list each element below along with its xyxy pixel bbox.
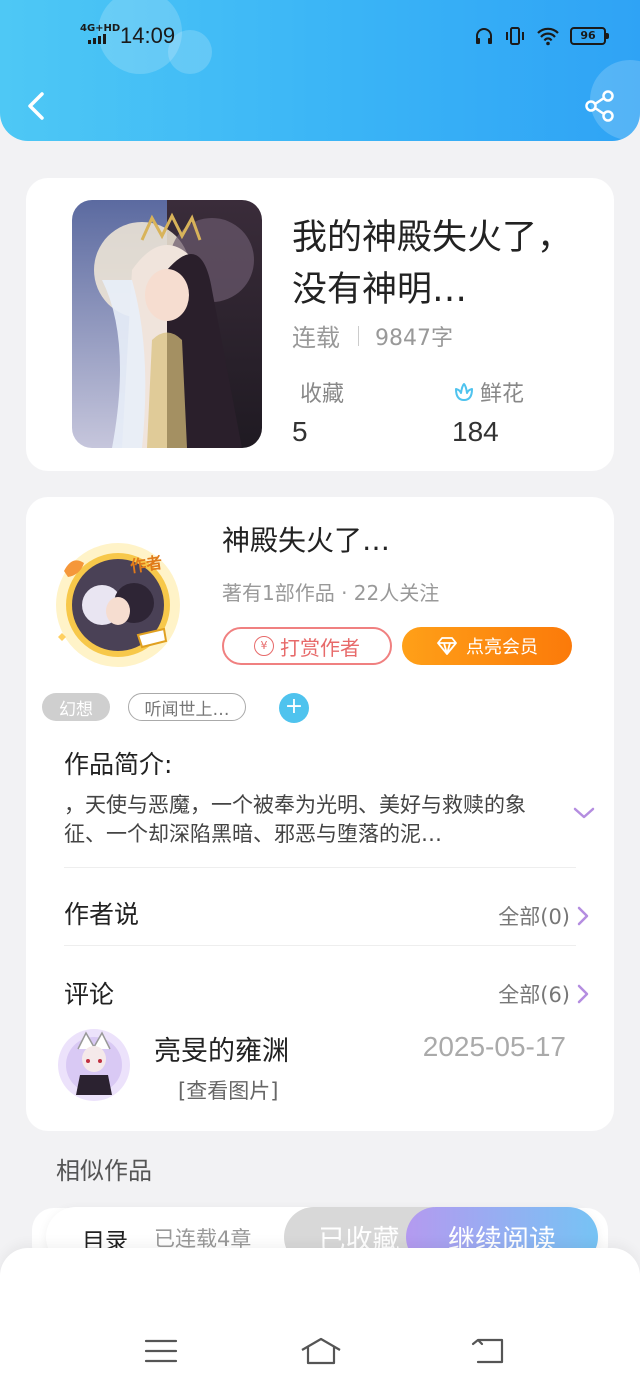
divider (358, 325, 359, 346)
flowers-count: 184 (452, 416, 499, 447)
wifi-icon (537, 27, 559, 46)
tip-author-label: 打赏作者 (280, 635, 360, 660)
chevron-right-icon (577, 984, 589, 1004)
network-indicator: 4G+HD (80, 23, 121, 34)
vip-button[interactable]: 点亮会员 (402, 627, 572, 665)
status-time: 14:09 (120, 23, 176, 48)
book-title: 我的神殿失火了，没有神明… (292, 218, 573, 310)
author-badge: 作者 (129, 552, 164, 577)
author-meta: 著有1部作品 · 22人关注 (222, 581, 440, 605)
author-name[interactable]: 神殿失火了… (222, 519, 390, 559)
favorites-label-text: 收藏 (300, 382, 345, 407)
home-icon[interactable] (299, 1336, 343, 1366)
intro-title: 作品简介: (64, 750, 173, 779)
author-avatar[interactable]: 作者 (54, 541, 182, 669)
vip-label: 点亮会员 (466, 637, 538, 658)
commenter-name[interactable]: 亮旻的雍渊 (154, 1029, 289, 1068)
back-arrow-icon[interactable] (20, 88, 52, 124)
comment-date: 2025-05-17 (422, 1031, 566, 1062)
flowers-label[interactable]: 鲜花 (452, 376, 524, 408)
comments-title: 评论 (64, 980, 115, 1009)
menu-icon[interactable] (143, 1336, 179, 1366)
word-count: 9847字 (375, 325, 453, 351)
share-icon[interactable] (582, 88, 618, 124)
book-status: 连载 (292, 324, 340, 352)
status-bar: 4G+HD 14:09 96 (0, 20, 640, 52)
book-meta: 连载 9847字 (292, 318, 453, 353)
author-says-title: 作者说 (64, 900, 140, 929)
headphone-icon (476, 28, 492, 44)
comment-image-link[interactable]: [查看图片] (178, 1075, 278, 1105)
flower-icon (455, 383, 473, 401)
intro-text[interactable]: ，天使与恶魔，一个被奉为光明、美好与救赎的象征、一个却深陷黑暗、邪恶与堕落的泥… (64, 791, 544, 849)
genre-tag[interactable]: 幻想 (42, 693, 110, 721)
author-says-see-all-label: 全部(0) (498, 905, 570, 929)
chevron-right-icon (577, 906, 589, 926)
divider (64, 945, 576, 946)
add-tag-button[interactable]: + (279, 693, 309, 723)
detail-card: 作者 神殿失火了… 著有1部作品 · 22人关注 ¥ 打赏作者 点亮会员 幻想 … (26, 497, 614, 1131)
keyword-tag[interactable]: 听闻世上… (128, 693, 246, 721)
chevron-down-icon[interactable] (572, 803, 596, 823)
flowers-label-text: 鲜花 (480, 382, 525, 407)
author-says-see-all[interactable]: 全部(0) (498, 901, 590, 931)
comments-see-all[interactable]: 全部(6) (498, 979, 590, 1009)
tip-author-button[interactable]: ¥ 打赏作者 (222, 627, 392, 665)
book-info-card: 我的神殿失火了，没有神明… 连载 9847字 收藏 5 鲜花 184 (26, 178, 614, 471)
back-icon[interactable] (470, 1336, 506, 1366)
favorites-label: 收藏 (300, 376, 344, 408)
system-nav-bar (0, 1248, 640, 1387)
commenter-avatar[interactable] (56, 1019, 132, 1103)
diamond-icon (437, 637, 457, 655)
comments-see-all-label: 全部(6) (498, 983, 570, 1007)
vibrate-icon (506, 27, 524, 45)
battery-icon: 96 (570, 27, 609, 45)
similar-works-title: 相似作品 (56, 1157, 152, 1185)
book-cover[interactable] (72, 200, 262, 448)
coin-icon: ¥ (254, 636, 274, 656)
header-bar: 4G+HD 14:09 96 (0, 0, 640, 141)
favorites-count: 5 (292, 416, 308, 447)
divider (64, 867, 576, 868)
signal-icon (88, 34, 106, 44)
